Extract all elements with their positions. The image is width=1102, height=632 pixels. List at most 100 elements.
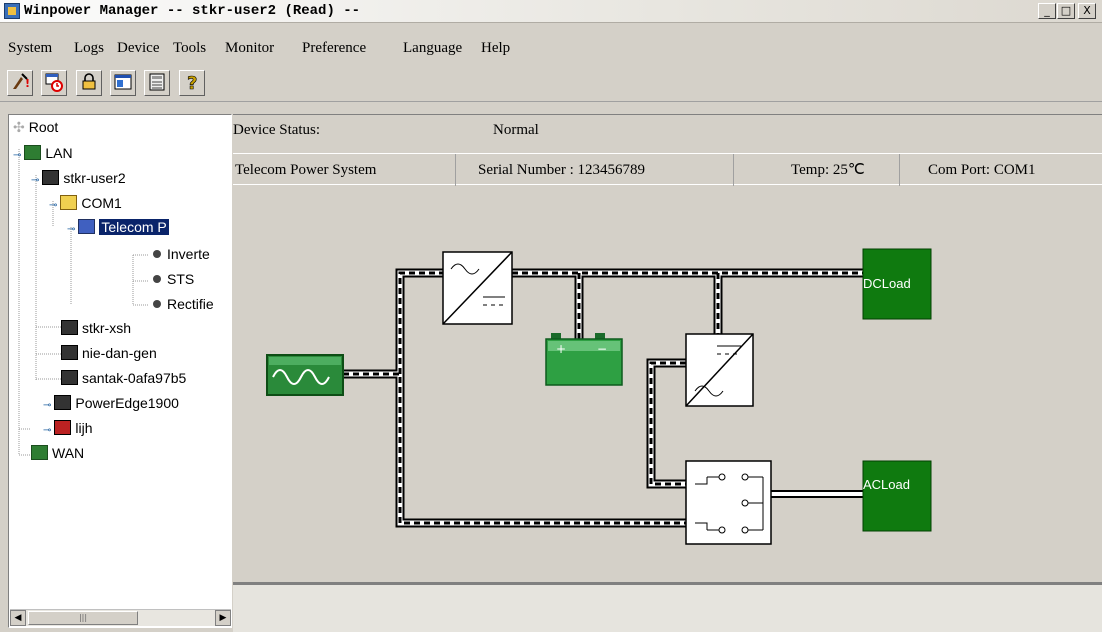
tree-label-wan: WAN [52, 445, 85, 461]
window-title: Winpower Manager -- stkr-user2 (Read) -- [24, 3, 361, 19]
menu-system[interactable]: System [8, 40, 52, 57]
tree-node-sts[interactable]: STS [153, 271, 194, 287]
com-port-icon [60, 195, 78, 210]
tree-node-host5[interactable]: ⊸ PowerEdge1900 [43, 395, 179, 411]
maximize-button[interactable]: □ [1057, 3, 1075, 19]
tree-label-com1: COM1 [81, 195, 122, 211]
bullet-icon [153, 275, 161, 283]
network-icon [24, 145, 42, 160]
ups-device-icon [78, 219, 96, 234]
tree-label-root: Root [28, 119, 59, 135]
tree-label-lan: LAN [45, 145, 73, 161]
tree-label-host5: PowerEdge1900 [75, 395, 179, 411]
tree-label-host6: lijh [75, 420, 93, 436]
com-port: Com Port: COM1 [928, 162, 1036, 178]
computer-icon [54, 395, 72, 410]
battery-plus-label: + [556, 342, 566, 356]
network-icon [31, 445, 48, 460]
lock-icon[interactable] [76, 70, 102, 96]
tree-label-sts: STS [167, 271, 195, 287]
toggle-key-icon[interactable]: ⊸ [43, 400, 51, 411]
wire-outlines [338, 268, 868, 528]
tree-node-root[interactable]: ✣ Root [13, 119, 58, 136]
dc-load-label: DCLoad [863, 276, 911, 291]
menu-preference[interactable]: Preference [302, 40, 366, 57]
toggle-key-icon[interactable]: ⊸ [31, 175, 39, 186]
tree-label-inverter: Inverte [167, 246, 210, 262]
menu-device[interactable]: Device [117, 40, 159, 57]
device-tree[interactable]: ✣ Root ⊸ LAN ⊸ stkr-user2 ⊸ COM1 ⊸ Telecom P … [8, 114, 232, 628]
tree-node-host2[interactable]: stkr-xsh [61, 320, 131, 336]
wizard-icon[interactable]: ! [7, 70, 33, 96]
tree-node-host3[interactable]: nie-dan-gen [61, 345, 157, 361]
minimize-button[interactable]: _ [1038, 3, 1056, 19]
scroll-right-arrow-icon[interactable]: ▶ [215, 610, 231, 626]
menu-tools[interactable]: Tools [173, 40, 206, 57]
application-window: Winpower Manager -- stkr-user2 (Read) --… [0, 0, 1102, 632]
toggle-key-icon[interactable]: ⊸ [67, 224, 75, 235]
toggle-key-icon[interactable]: ⊸ [49, 200, 57, 211]
tree-label-host4: santak-0afa97b5 [82, 370, 187, 386]
serial-number: Serial Number : 123456789 [456, 154, 734, 186]
window-icon[interactable] [110, 70, 136, 96]
device-status-value: Normal [493, 122, 539, 138]
computer-alert-icon [54, 420, 72, 435]
toolbar: ! ? [0, 66, 1102, 102]
tree-label-host1: stkr-user2 [63, 170, 126, 186]
svg-text:!: ! [25, 77, 30, 90]
tree-node-inverter[interactable]: Inverte [153, 246, 210, 262]
toggle-key-icon[interactable]: ⊸ [13, 150, 21, 161]
computer-icon [42, 170, 60, 185]
flow-dashes [343, 271, 863, 525]
bullet-icon [153, 300, 161, 308]
tree-node-lan[interactable]: ⊸ LAN [13, 145, 73, 161]
dc-load: DCLoad [862, 248, 932, 320]
toggle-key-icon[interactable]: ⊸ [43, 425, 51, 436]
tree-node-wan[interactable]: WAN [31, 445, 84, 461]
menu-logs[interactable]: Logs [74, 40, 104, 57]
computer-icon [61, 345, 78, 360]
tree-node-host6[interactable]: ⊸ lijh [43, 420, 93, 436]
bullet-icon [153, 250, 161, 258]
inverter-block [685, 333, 754, 407]
device-detail-panel: Device Status: Normal Telecom Power Syst… [233, 114, 1102, 582]
device-info-row: Telecom Power System Serial Number : 123… [233, 153, 1102, 186]
wire-fill [340, 270, 866, 526]
svg-text:?: ? [187, 73, 197, 93]
tree-node-rectifier[interactable]: Rectifie [153, 296, 214, 312]
root-expander-icon: ✣ [13, 119, 25, 135]
device-status-label: Device Status: [233, 122, 321, 138]
scroll-left-arrow-icon[interactable]: ◀ [10, 610, 26, 626]
rectifier-block [442, 251, 513, 325]
battery: + − [545, 333, 623, 386]
log-panel [233, 582, 1102, 632]
tree-label-telecom: Telecom P [99, 219, 169, 235]
system-name: Telecom Power System [233, 154, 456, 186]
computer-icon [61, 370, 78, 385]
computer-icon [61, 320, 78, 335]
tree-node-telecom[interactable]: ⊸ Telecom P [67, 219, 169, 235]
menu-bar: System Logs Device Tools Monitor Prefere… [0, 36, 1102, 60]
tree-horizontal-scrollbar[interactable]: ◀ ||| ▶ [10, 609, 231, 626]
ac-input-source [266, 354, 344, 396]
menu-monitor[interactable]: Monitor [225, 40, 274, 57]
schedule-icon[interactable] [41, 70, 67, 96]
tree-label-host3: nie-dan-gen [82, 345, 157, 361]
static-transfer-switch [685, 460, 772, 545]
menu-help[interactable]: Help [481, 40, 510, 57]
tree-node-host4[interactable]: santak-0afa97b5 [61, 370, 186, 386]
help-icon[interactable]: ? [179, 70, 205, 96]
calculator-icon[interactable] [144, 70, 170, 96]
title-bar[interactable]: Winpower Manager -- stkr-user2 (Read) --… [0, 0, 1102, 23]
tree-node-host1[interactable]: ⊸ stkr-user2 [31, 170, 126, 186]
ac-load: ACLoad [862, 460, 932, 532]
tree-label-rectifier: Rectifie [167, 296, 214, 312]
ac-load-label: ACLoad [863, 477, 910, 492]
close-button[interactable]: X [1078, 3, 1096, 19]
power-flow-diagram: + − DCLoad ACLoad [266, 248, 932, 545]
device-status-row: Device Status: Normal [233, 115, 1102, 149]
menu-language[interactable]: Language [403, 40, 462, 57]
battery-minus-label: − [597, 342, 607, 356]
scrollbar-thumb[interactable]: ||| [28, 611, 138, 625]
tree-node-com1[interactable]: ⊸ COM1 [49, 195, 122, 211]
